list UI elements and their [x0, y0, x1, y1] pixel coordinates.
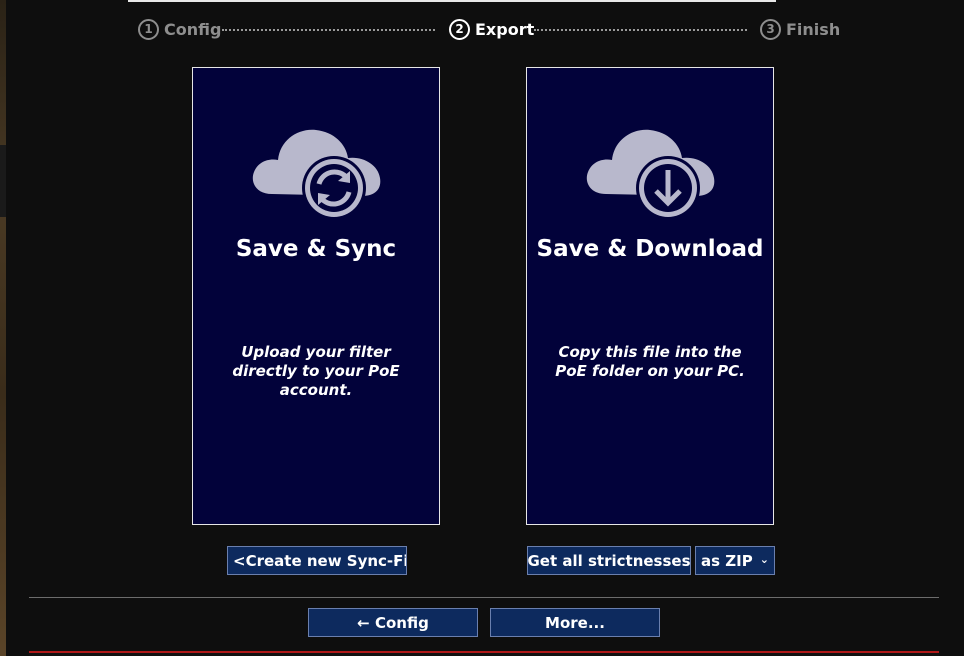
save-download-description: Copy this file into the PoE folder on yo…	[555, 343, 745, 380]
step-label-export: Export	[475, 19, 535, 39]
background-edge	[0, 0, 6, 656]
cloud-download-icon	[527, 122, 773, 220]
save-sync-title: Save & Sync	[235, 236, 397, 262]
format-select-value: as ZIP	[701, 551, 753, 570]
step-number-2: 2	[449, 18, 470, 40]
step-number-3: 3	[760, 18, 781, 40]
sync-filter-select-value: <Create new Sync-Filter>	[233, 551, 406, 570]
top-rule	[128, 0, 776, 2]
back-to-config-button[interactable]: ← Config	[308, 608, 478, 637]
chevron-down-icon: ⌄	[759, 553, 769, 566]
save-sync-description: Upload your filter directly to your PoE …	[232, 343, 400, 399]
step-config[interactable]: 1 Config	[138, 17, 221, 41]
step-connector	[534, 29, 747, 31]
format-select[interactable]: as ZIP ⌄	[695, 546, 775, 575]
chevron-down-icon: ⌄	[391, 553, 401, 566]
step-number-1: 1	[138, 18, 159, 40]
save-sync-card[interactable]: Save & Sync Upload your filter directly …	[192, 67, 440, 525]
step-export[interactable]: 2 Export	[449, 17, 534, 41]
save-download-title: Save & Download	[536, 236, 764, 262]
cloud-sync-icon	[193, 122, 439, 220]
step-label-config: Config	[164, 19, 222, 39]
step-label-finish: Finish	[786, 19, 841, 39]
background-edge-band	[0, 145, 6, 217]
more-button[interactable]: More...	[490, 608, 660, 637]
step-connector	[222, 29, 435, 31]
bottom-panel-edge	[29, 651, 939, 656]
get-all-strictnesses-button[interactable]: Get all strictnesses	[527, 546, 691, 575]
divider	[29, 597, 939, 598]
sync-filter-select[interactable]: <Create new Sync-Filter> ⌄	[227, 546, 407, 575]
save-download-card[interactable]: Save & Download Copy this file into the …	[526, 67, 774, 525]
stepper: 1 Config 2 Export 3 Finish	[0, 17, 964, 41]
step-finish[interactable]: 3 Finish	[760, 17, 840, 41]
